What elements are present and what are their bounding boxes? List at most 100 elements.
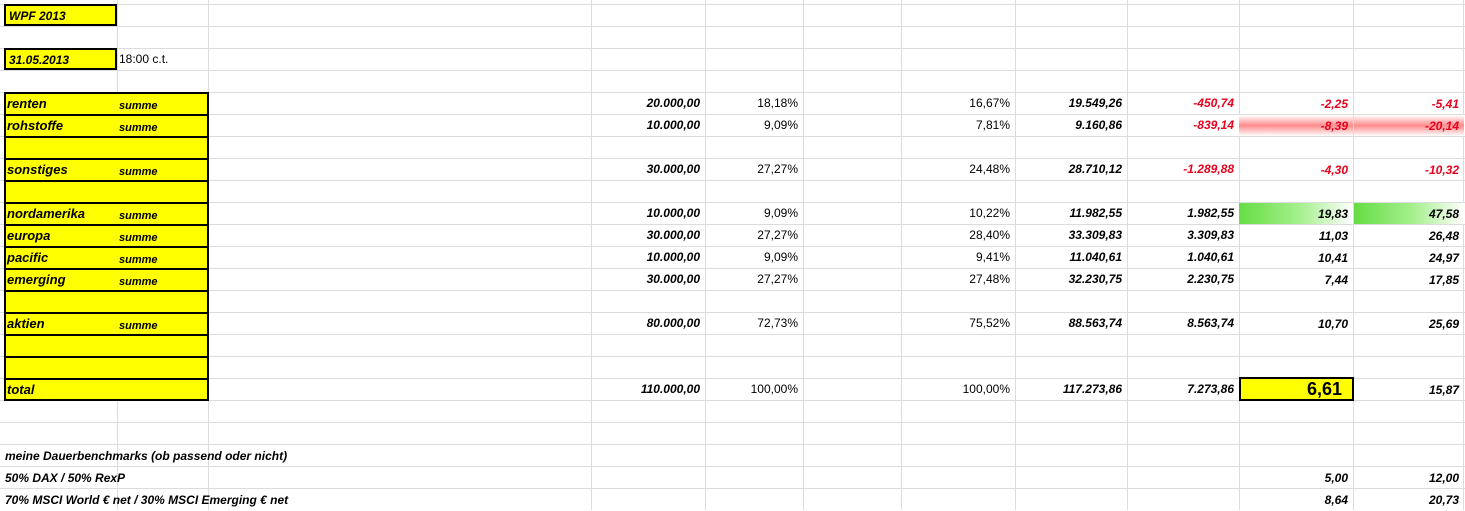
pct-target-cell[interactable]: 18,18% <box>705 92 803 114</box>
value-cell[interactable] <box>1015 334 1127 356</box>
return-ytd-cell[interactable]: 10,41 <box>1239 247 1353 268</box>
pct-target-cell[interactable]: 9,09% <box>705 246 803 268</box>
diff-cell[interactable] <box>1127 356 1239 378</box>
category-name[interactable]: renten <box>2 93 114 115</box>
value-cell[interactable]: 28.710,12 <box>1015 158 1127 180</box>
return-annual-cell[interactable] <box>1354 335 1464 356</box>
pct-actual-cell[interactable]: 10,22% <box>901 202 1015 224</box>
pct-actual-cell[interactable] <box>901 180 1015 202</box>
diff-cell[interactable]: 1.040,61 <box>1127 246 1239 268</box>
category-name[interactable] <box>2 357 114 379</box>
amount-cell[interactable]: 30.000,00 <box>591 158 705 180</box>
return-annual-cell[interactable] <box>1354 291 1464 312</box>
return-annual-cell[interactable]: 15,87 <box>1354 379 1464 400</box>
diff-cell[interactable]: -1.289,88 <box>1127 158 1239 180</box>
amount-cell[interactable] <box>591 290 705 312</box>
return-ytd-cell[interactable] <box>1239 291 1353 312</box>
category-name[interactable]: total <box>2 379 114 401</box>
pct-target-cell[interactable]: 27,27% <box>705 158 803 180</box>
return-ytd-cell[interactable]: -8,39 <box>1239 115 1353 136</box>
pct-target-cell[interactable]: 27,27% <box>705 224 803 246</box>
pct-actual-cell[interactable] <box>901 290 1015 312</box>
return-annual-cell[interactable]: -20,14 <box>1354 115 1464 136</box>
diff-cell[interactable]: 7.273,86 <box>1127 378 1239 400</box>
diff-cell[interactable] <box>1127 334 1239 356</box>
amount-cell[interactable]: 80.000,00 <box>591 312 705 334</box>
pct-actual-cell[interactable]: 9,41% <box>901 246 1015 268</box>
pct-target-cell[interactable] <box>705 290 803 312</box>
return-annual-cell[interactable]: 25,69 <box>1354 313 1464 334</box>
benchmark-return-annual[interactable]: 12,00 <box>1354 467 1464 489</box>
pct-target-cell[interactable] <box>705 180 803 202</box>
return-ytd-cell[interactable] <box>1239 335 1353 356</box>
value-cell[interactable]: 11.982,55 <box>1015 202 1127 224</box>
pct-actual-cell[interactable] <box>901 334 1015 356</box>
amount-cell[interactable] <box>591 356 705 378</box>
return-annual-cell[interactable]: 24,97 <box>1354 247 1464 268</box>
pct-actual-cell[interactable]: 27,48% <box>901 268 1015 290</box>
return-ytd-cell[interactable]: 7,44 <box>1239 269 1353 290</box>
amount-cell[interactable] <box>591 334 705 356</box>
category-name[interactable]: sonstiges <box>2 159 114 181</box>
title-cell[interactable]: WPF 2013 <box>4 4 117 26</box>
pct-actual-cell[interactable] <box>901 356 1015 378</box>
total-return-cell[interactable]: 6,61 <box>1239 377 1354 401</box>
diff-cell[interactable] <box>1127 180 1239 202</box>
value-cell[interactable]: 19.549,26 <box>1015 92 1127 114</box>
diff-cell[interactable]: 2.230,75 <box>1127 268 1239 290</box>
return-ytd-cell[interactable]: 11,03 <box>1239 225 1353 246</box>
pct-target-cell[interactable]: 100,00% <box>705 378 803 400</box>
pct-target-cell[interactable]: 9,09% <box>705 202 803 224</box>
return-annual-cell[interactable]: 26,48 <box>1354 225 1464 246</box>
return-annual-cell[interactable]: -5,41 <box>1354 93 1464 114</box>
diff-cell[interactable]: -450,74 <box>1127 92 1239 114</box>
value-cell[interactable] <box>1015 180 1127 202</box>
pct-target-cell[interactable] <box>705 356 803 378</box>
amount-cell[interactable]: 10.000,00 <box>591 202 705 224</box>
value-cell[interactable]: 117.273,86 <box>1015 378 1127 400</box>
category-name[interactable]: pacific <box>2 247 114 269</box>
pct-target-cell[interactable]: 9,09% <box>705 114 803 136</box>
pct-actual-cell[interactable]: 7,81% <box>901 114 1015 136</box>
amount-cell[interactable]: 30.000,00 <box>591 224 705 246</box>
value-cell[interactable]: 33.309,83 <box>1015 224 1127 246</box>
benchmark-return-ytd[interactable]: 5,00 <box>1239 467 1353 489</box>
diff-cell[interactable]: 8.563,74 <box>1127 312 1239 334</box>
category-name[interactable]: europa <box>2 225 114 247</box>
return-ytd-cell[interactable]: -4,30 <box>1239 159 1353 180</box>
value-cell[interactable]: 11.040,61 <box>1015 246 1127 268</box>
return-ytd-cell[interactable] <box>1239 357 1353 378</box>
diff-cell[interactable]: -839,14 <box>1127 114 1239 136</box>
date-cell[interactable]: 31.05.2013 <box>4 48 117 70</box>
diff-cell[interactable]: 3.309,83 <box>1127 224 1239 246</box>
pct-actual-cell[interactable]: 24,48% <box>901 158 1015 180</box>
pct-target-cell[interactable] <box>705 136 803 158</box>
category-name[interactable]: aktien <box>2 313 114 335</box>
amount-cell[interactable]: 10.000,00 <box>591 246 705 268</box>
category-name[interactable]: nordamerika <box>2 203 114 225</box>
return-ytd-cell[interactable]: 10,70 <box>1239 313 1353 334</box>
category-name[interactable]: emerging <box>2 269 114 291</box>
return-ytd-cell[interactable] <box>1239 181 1353 202</box>
value-cell[interactable] <box>1015 356 1127 378</box>
diff-cell[interactable] <box>1127 136 1239 158</box>
return-annual-cell[interactable]: 17,85 <box>1354 269 1464 290</box>
return-ytd-cell[interactable]: -2,25 <box>1239 93 1353 114</box>
return-annual-cell[interactable] <box>1354 357 1464 378</box>
value-cell[interactable]: 9.160,86 <box>1015 114 1127 136</box>
category-name[interactable] <box>2 181 114 203</box>
pct-target-cell[interactable]: 72,73% <box>705 312 803 334</box>
return-annual-cell[interactable] <box>1354 137 1464 158</box>
diff-cell[interactable] <box>1127 290 1239 312</box>
pct-actual-cell[interactable]: 100,00% <box>901 378 1015 400</box>
return-annual-cell[interactable]: -10,32 <box>1354 159 1464 180</box>
value-cell[interactable] <box>1015 290 1127 312</box>
benchmark-label[interactable]: 70% MSCI World € net / 30% MSCI Emerging… <box>0 489 500 511</box>
amount-cell[interactable] <box>591 136 705 158</box>
amount-cell[interactable]: 110.000,00 <box>591 378 705 400</box>
value-cell[interactable]: 32.230,75 <box>1015 268 1127 290</box>
amount-cell[interactable] <box>591 180 705 202</box>
benchmark-return-ytd[interactable]: 8,64 <box>1239 489 1353 511</box>
category-name[interactable] <box>2 137 114 159</box>
time-cell[interactable]: 18:00 c.t. <box>116 48 206 70</box>
